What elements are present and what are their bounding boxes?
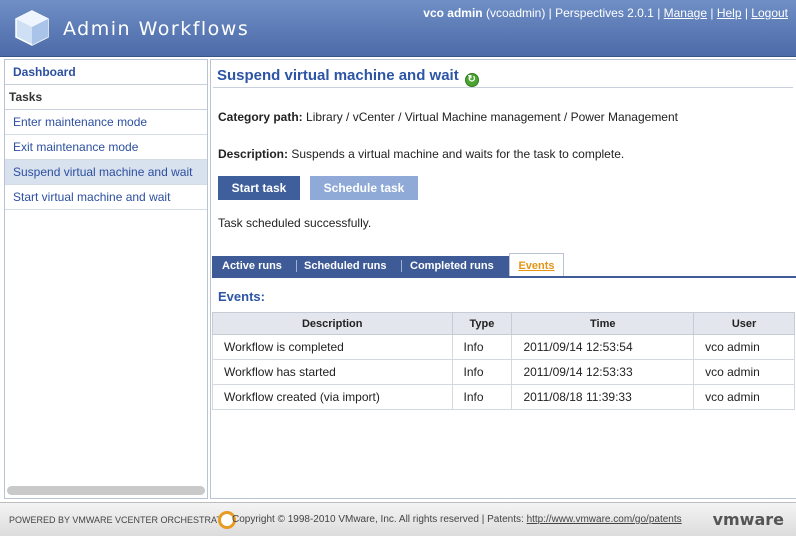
tab-separator <box>296 260 297 272</box>
tab-active-runs[interactable]: Active runs <box>222 256 282 276</box>
app-title: Admin Workflows <box>63 18 250 40</box>
event-time: 2011/09/14 12:53:33 <box>511 359 695 385</box>
event-description: Workflow is completed <box>212 334 453 360</box>
sidebar-horizontal-scrollbar[interactable] <box>7 486 205 495</box>
column-header-time[interactable]: Time <box>511 312 695 335</box>
copyright: Copyright © 1998-2010 VMware, Inc. All r… <box>232 514 682 525</box>
column-header-description[interactable]: Description <box>212 312 453 335</box>
main-panel: Suspend virtual machine and wait ↻ Catego… <box>210 59 796 499</box>
tabs-underline <box>212 276 796 278</box>
workflow-title-text: Suspend virtual machine and wait <box>217 67 459 84</box>
column-header-type[interactable]: Type <box>451 312 513 335</box>
sidebar-item-suspend-vm[interactable]: Suspend virtual machine and wait <box>5 160 207 185</box>
sidebar-item-exit-maintenance[interactable]: Exit maintenance mode <box>5 135 207 160</box>
sidebar-item-start-vm[interactable]: Start virtual machine and wait <box>5 185 207 210</box>
patents-link[interactable]: http://www.vmware.com/go/patents <box>527 514 682 525</box>
event-user: vco admin <box>693 384 795 410</box>
description-value: Suspends a virtual machine and waits for… <box>291 147 625 161</box>
event-time: 2011/09/14 12:53:54 <box>511 334 695 360</box>
events-heading: Events: <box>218 289 265 304</box>
description: Description: Suspends a virtual machine … <box>218 147 624 161</box>
event-type: Info <box>451 359 513 385</box>
event-user: vco admin <box>693 359 795 385</box>
event-type: Info <box>451 384 513 410</box>
tab-scheduled-runs[interactable]: Scheduled runs <box>304 256 387 276</box>
app-header: Admin Workflows vco admin (vcoadmin) | P… <box>0 0 796 57</box>
event-description: Workflow created (via import) <box>212 384 453 410</box>
user-login: (vcoadmin) <box>485 6 546 20</box>
copyright-text: Copyright © 1998-2010 VMware, Inc. All r… <box>232 514 524 525</box>
perspectives-version: Perspectives 2.0.1 <box>555 6 654 20</box>
description-label: Description: <box>218 147 289 161</box>
sidebar-dashboard-link[interactable]: Dashboard <box>5 60 207 85</box>
schedule-task-button[interactable]: Schedule task <box>310 176 418 200</box>
start-task-button[interactable]: Start task <box>218 176 300 200</box>
logout-link[interactable]: Logout <box>751 6 788 20</box>
manage-link[interactable]: Manage <box>664 6 707 20</box>
help-link[interactable]: Help <box>717 6 742 20</box>
category-path-label: Category path: <box>218 110 303 124</box>
title-divider <box>213 87 793 88</box>
powered-by-text: POWERED BY VMWARE VCENTER ORCHESTRATOR <box>9 515 236 525</box>
table-row[interactable]: Workflow created (via import) Info 2011/… <box>212 384 795 410</box>
sidebar: Dashboard Tasks Enter maintenance mode E… <box>4 59 208 499</box>
category-path-value: Library / vCenter / Virtual Machine mana… <box>306 110 678 124</box>
event-time: 2011/08/18 11:39:33 <box>511 384 695 410</box>
vmware-logo: vmware <box>712 510 784 529</box>
tab-separator <box>401 260 402 272</box>
column-header-user[interactable]: User <box>693 312 795 335</box>
table-header-row: Description Type Time User <box>212 312 795 335</box>
workflow-title: Suspend virtual machine and wait ↻ <box>217 67 479 87</box>
user-name: vco admin <box>423 6 483 20</box>
event-type: Info <box>451 334 513 360</box>
sidebar-item-enter-maintenance[interactable]: Enter maintenance mode <box>5 110 207 135</box>
event-user: vco admin <box>693 334 795 360</box>
tab-events[interactable]: Events <box>509 253 564 277</box>
status-message: Task scheduled successfully. <box>218 216 372 230</box>
table-row[interactable]: Workflow has started Info 2011/09/14 12:… <box>212 359 795 385</box>
top-links: vco admin (vcoadmin) | Perspectives 2.0.… <box>423 6 788 20</box>
category-path: Category path: Library / vCenter / Virtu… <box>218 110 678 124</box>
event-description: Workflow has started <box>212 359 453 385</box>
table-row[interactable]: Workflow is completed Info 2011/09/14 12… <box>212 334 795 360</box>
footer: POWERED BY VMWARE VCENTER ORCHESTRATOR C… <box>0 502 796 536</box>
sidebar-tasks-heading: Tasks <box>5 85 207 110</box>
events-table: Description Type Time User Workflow is c… <box>212 312 795 410</box>
tab-completed-runs[interactable]: Completed runs <box>410 256 494 276</box>
cube-logo-icon <box>15 10 49 46</box>
refresh-icon[interactable]: ↻ <box>464 73 479 87</box>
